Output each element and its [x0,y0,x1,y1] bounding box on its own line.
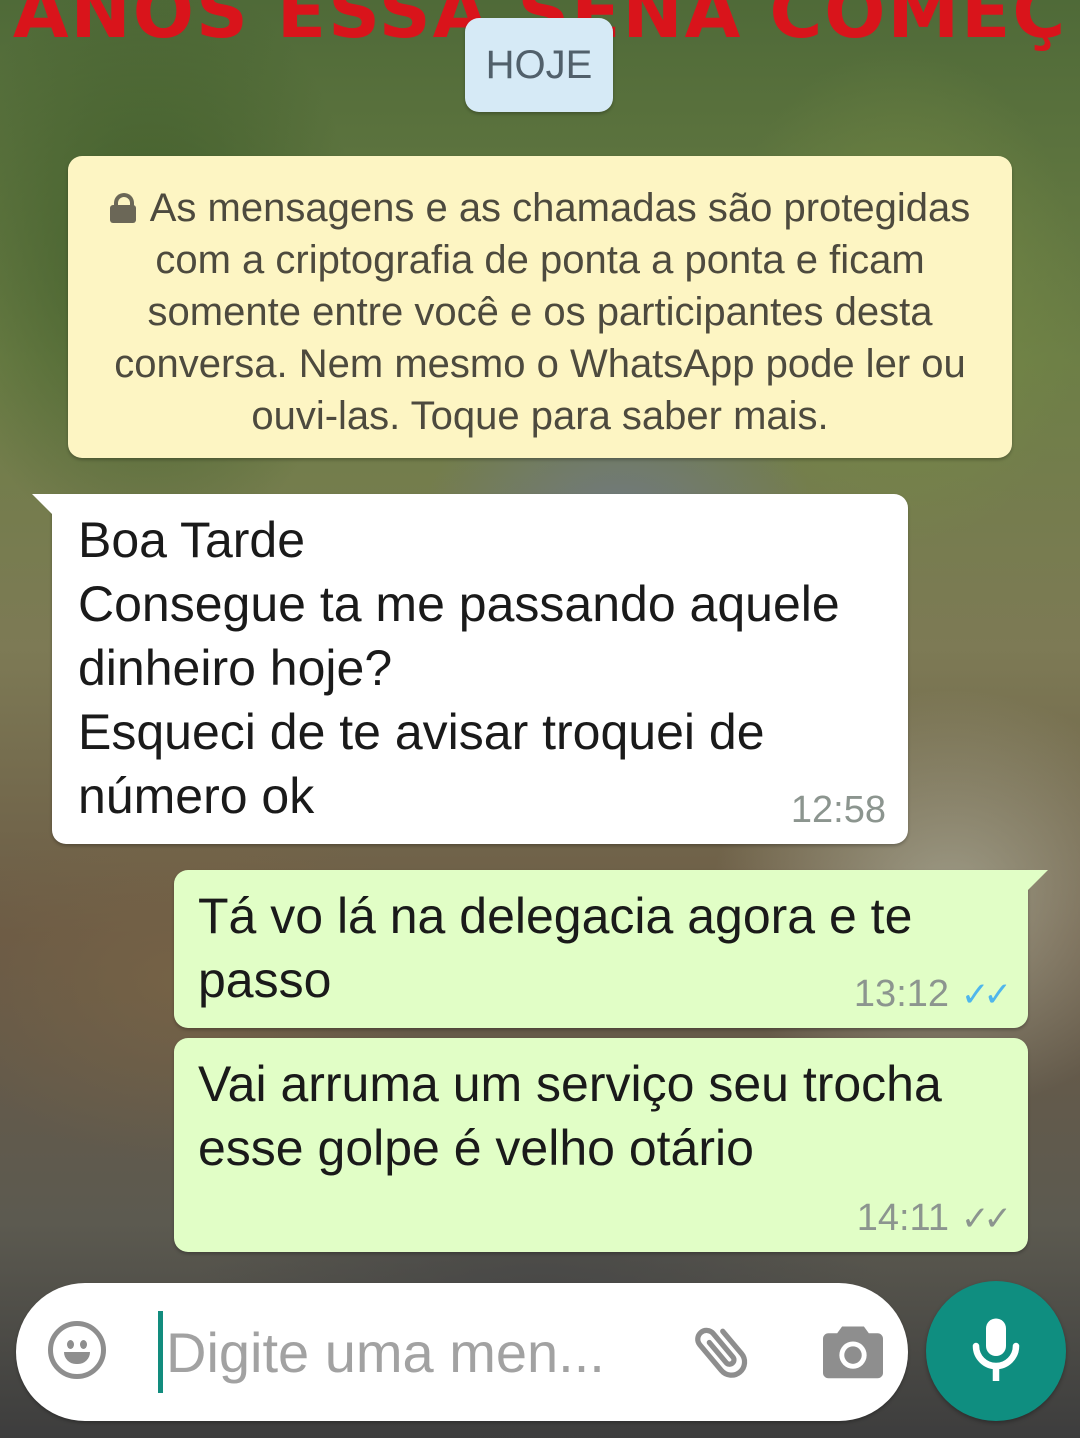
message-meta: 13:12 ✓✓ [853,973,1012,1016]
message-text: Boa Tarde Consegue ta me passando aquele… [78,512,840,824]
outgoing-message[interactable]: Tá vo lá na delegacia agora e te passo 1… [174,870,1048,1028]
incoming-message[interactable]: Boa Tarde Consegue ta me passando aquele… [32,494,908,844]
mic-icon [972,1318,1020,1381]
voice-record-button[interactable] [926,1281,1066,1421]
double-check-icon: ✓✓ [961,975,1012,1014]
camera-icon[interactable] [820,1321,886,1381]
message-meta: 12:58 [791,789,886,832]
emoji-icon[interactable] [48,1321,106,1379]
attach-icon[interactable] [688,1317,758,1387]
encryption-notice-text: As mensagens e as chamadas são protegida… [114,186,971,438]
message-time: 13:12 [853,973,950,1015]
lock-icon [109,193,136,223]
message-time: 14:11 [856,1197,950,1239]
text-cursor [158,1311,163,1393]
outgoing-message[interactable]: Vai arruma um serviço seu trocha esse go… [174,1038,1028,1252]
message-meta: 14:11 ✓✓ [856,1197,1012,1240]
message-text: Vai arruma um serviço seu trocha esse go… [198,1056,956,1176]
message-input[interactable] [166,1317,656,1387]
double-check-icon: ✓✓ [961,1199,1012,1238]
message-composer [16,1283,908,1421]
encryption-notice[interactable]: As mensagens e as chamadas são protegida… [68,156,1012,458]
message-time: 12:58 [790,789,886,831]
date-divider: HOJE [465,18,613,112]
chat-screen: ANOS ESSA SENA COMEÇ HOJE As mensagens e… [0,0,1080,1438]
